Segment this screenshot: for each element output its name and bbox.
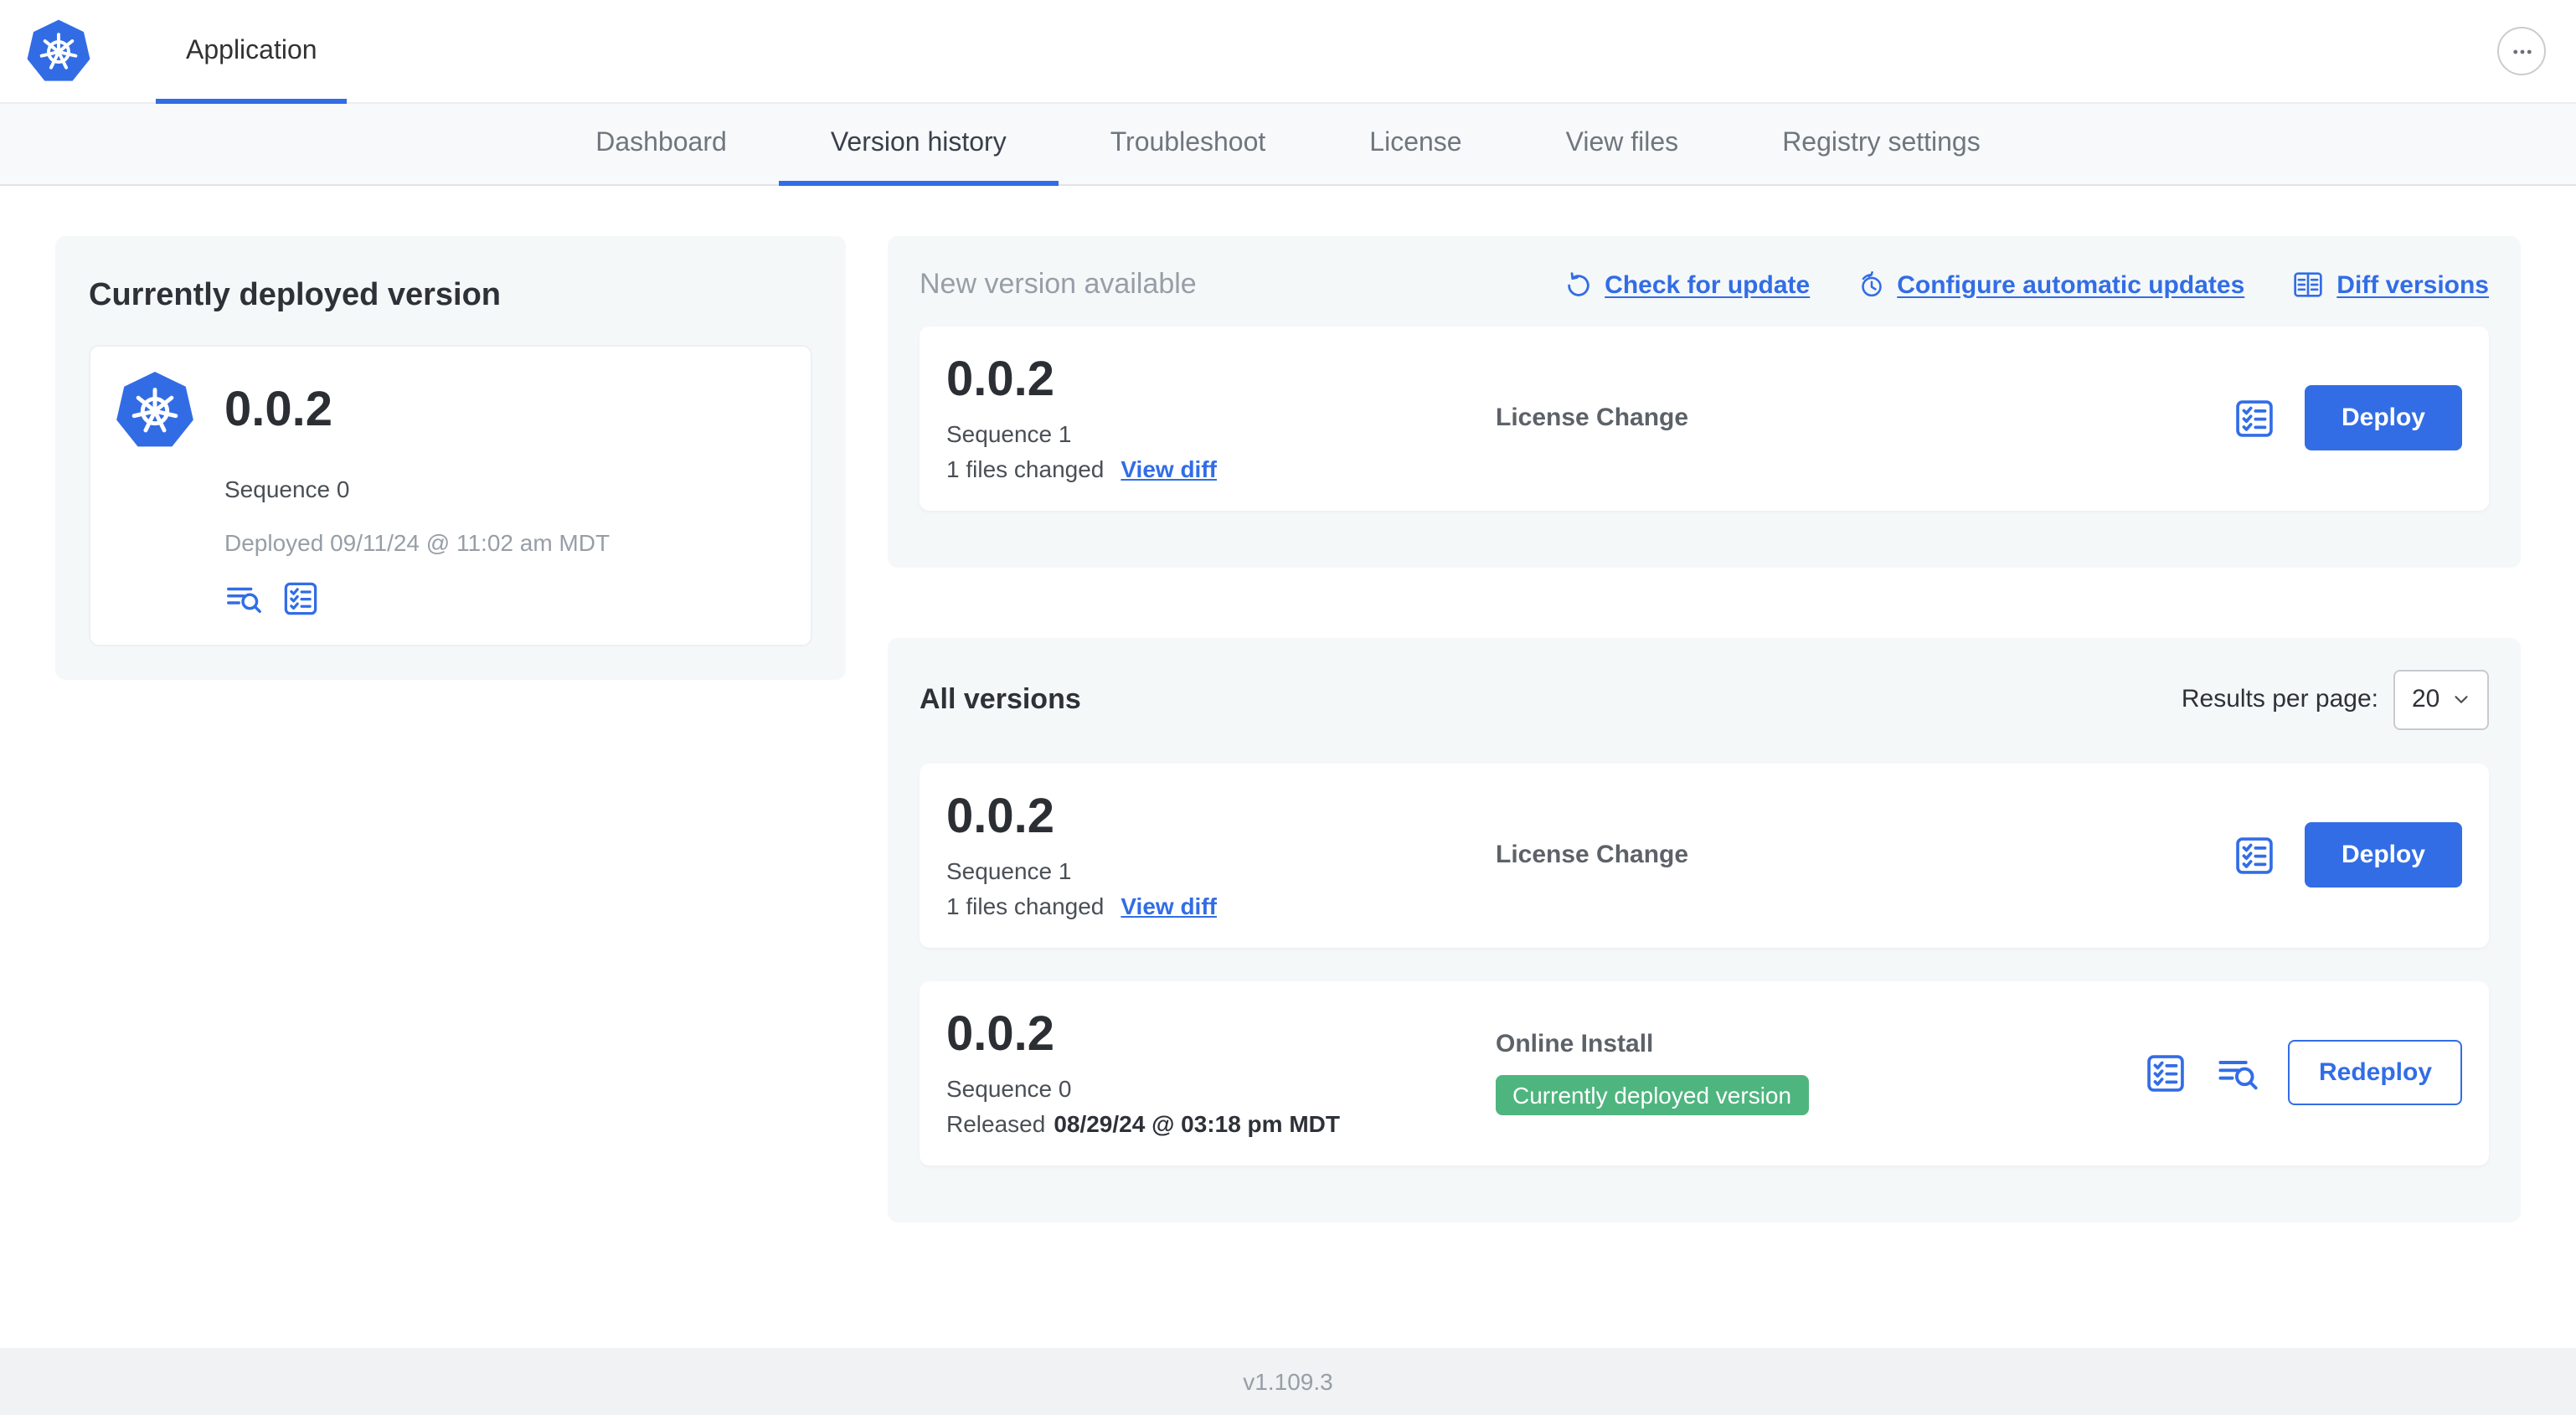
deployed-sequence-label: Sequence 0 xyxy=(224,476,350,502)
diff-icon xyxy=(2291,268,2325,301)
refresh-icon xyxy=(1564,270,1593,299)
released-date: 08/29/24 @ 03:18 pm MDT xyxy=(1054,1109,1340,1137)
currently-deployed-title: Currently deployed version xyxy=(89,278,502,313)
deploy-button[interactable]: Deploy xyxy=(2304,822,2462,888)
preflight-checks-button[interactable] xyxy=(2233,397,2276,440)
new-version-card: 0.0.2 Sequence 1 1 files changed View di… xyxy=(920,327,2489,511)
all-versions-title: All versions xyxy=(920,682,1081,715)
preflight-checks-button[interactable] xyxy=(281,579,320,618)
ellipsis-icon xyxy=(2506,36,2537,66)
deployed-card-body: Sequence 0 Deployed 09/11/24 @ 11:02 am … xyxy=(224,476,787,618)
version-info: 0.0.2 Sequence 1 1 files changed View di… xyxy=(946,790,1496,919)
checklist-icon xyxy=(2145,1051,2188,1094)
tab-registry-settings[interactable]: Registry settings xyxy=(1730,104,2032,184)
version-number: 0.0.2 xyxy=(946,353,1054,407)
version-source: License Change xyxy=(1496,404,1689,433)
chevron-down-icon xyxy=(2450,689,2471,711)
new-version-title: New version available xyxy=(920,268,1197,300)
schedule-icon xyxy=(1857,270,1885,299)
released-row: Released 08/29/24 @ 03:18 pm MDT xyxy=(946,1109,1496,1136)
view-diff-link[interactable]: View diff xyxy=(1121,455,1217,482)
version-actions-column: Redeploy xyxy=(2145,1040,2462,1106)
version-actions-column: Deploy xyxy=(2233,822,2462,888)
app-tab-label: Application xyxy=(186,36,317,64)
deployed-version-number: 0.0.2 xyxy=(224,383,332,437)
version-source: License Change xyxy=(1496,841,1689,870)
view-logs-button[interactable] xyxy=(2217,1051,2260,1094)
deployed-timestamp: Deployed 09/11/24 @ 11:02 am MDT xyxy=(224,529,611,556)
version-source-column: Online Install Currently deployed versio… xyxy=(1496,1030,2111,1116)
redeploy-button[interactable]: Redeploy xyxy=(2288,1040,2462,1106)
right-column: New version available Check for update C… xyxy=(888,236,2521,1348)
tab-troubleshoot[interactable]: Troubleshoot xyxy=(1059,104,1318,184)
results-per-page-value: 20 xyxy=(2412,685,2440,714)
logs-icon xyxy=(224,579,263,618)
changes-row: 1 files changed View diff xyxy=(946,455,1496,482)
more-button[interactable] xyxy=(2497,27,2546,75)
app-logo-icon xyxy=(114,370,196,452)
sequence-label: Sequence 1 xyxy=(946,857,1072,884)
sequence-label: Sequence 1 xyxy=(946,419,1072,447)
version-source: Online Install xyxy=(1496,1030,1654,1059)
version-actions: Check for update Configure automatic upd… xyxy=(1564,268,2489,301)
results-per-page-select[interactable]: 20 xyxy=(2393,669,2489,730)
console-version: v1.109.3 xyxy=(1243,1368,1333,1395)
sequence-label: Sequence 0 xyxy=(946,1074,1072,1102)
version-info: 0.0.2 Sequence 1 1 files changed View di… xyxy=(946,353,1496,482)
kubernetes-logo-icon xyxy=(25,18,92,85)
deployed-card-actions xyxy=(224,579,787,618)
diff-versions-link[interactable]: Diff versions xyxy=(2291,268,2489,301)
checklist-icon xyxy=(2233,397,2276,440)
tab-license[interactable]: License xyxy=(1317,104,1513,184)
version-actions-column: Deploy xyxy=(2233,385,2462,451)
changes-row: 1 files changed View diff xyxy=(946,893,1496,919)
deployed-version-card: 0.0.2 Sequence 0 Deployed 09/11/24 @ 11:… xyxy=(89,345,812,646)
checklist-icon xyxy=(281,579,320,618)
checklist-icon xyxy=(2233,834,2276,877)
files-changed-label: 1 files changed xyxy=(946,455,1105,482)
version-info: 0.0.2 Sequence 0 Released 08/29/24 @ 03:… xyxy=(946,1007,1496,1137)
configure-automatic-updates-link[interactable]: Configure automatic updates xyxy=(1857,270,2244,299)
app-window: Application Dashboard Version history Tr… xyxy=(0,0,2576,1415)
new-version-panel: New version available Check for update C… xyxy=(888,236,2521,568)
all-versions-header: All versions Results per page: 20 xyxy=(920,669,2489,730)
currently-deployed-panel: Currently deployed version 0.0.2 Sequenc… xyxy=(55,236,846,680)
main-content: Currently deployed version 0.0.2 Sequenc… xyxy=(0,186,2576,1348)
new-version-panel-header: New version available Check for update C… xyxy=(920,268,2489,301)
tab-version-history[interactable]: Version history xyxy=(778,104,1059,186)
version-source-column: License Change xyxy=(1496,404,2199,433)
app-header: Application xyxy=(0,0,2576,104)
secondary-nav: Dashboard Version history Troubleshoot L… xyxy=(0,104,2576,186)
view-logs-button[interactable] xyxy=(224,579,263,618)
tab-dashboard[interactable]: Dashboard xyxy=(544,104,779,184)
app-footer: v1.109.3 xyxy=(0,1348,2576,1415)
version-number: 0.0.2 xyxy=(946,1007,1054,1062)
preflight-checks-button[interactable] xyxy=(2145,1051,2188,1094)
version-number: 0.0.2 xyxy=(946,790,1054,844)
version-source-column: License Change xyxy=(1496,841,2199,870)
version-row: 0.0.2 Sequence 1 1 files changed View di… xyxy=(920,763,2489,948)
files-changed-label: 1 files changed xyxy=(946,892,1105,919)
results-per-page-label: Results per page: xyxy=(2181,685,2378,714)
tab-view-files[interactable]: View files xyxy=(1514,104,1731,184)
released-label: Released xyxy=(946,1109,1046,1137)
view-diff-link[interactable]: View diff xyxy=(1121,893,1217,919)
deployed-card-top: 0.0.2 xyxy=(114,370,787,452)
currently-deployed-badge: Currently deployed version xyxy=(1496,1075,1809,1116)
check-for-update-link[interactable]: Check for update xyxy=(1564,270,1810,299)
logs-icon xyxy=(2217,1051,2260,1094)
version-row: 0.0.2 Sequence 0 Released 08/29/24 @ 03:… xyxy=(920,980,2489,1165)
app-tab-active-underline xyxy=(156,98,348,103)
all-versions-panel: All versions Results per page: 20 0.0.2 xyxy=(888,637,2521,1222)
app-tab[interactable]: Application xyxy=(156,0,348,103)
version-list: 0.0.2 Sequence 1 1 files changed View di… xyxy=(920,763,2489,1165)
preflight-checks-button[interactable] xyxy=(2233,834,2276,877)
results-per-page: Results per page: 20 xyxy=(2181,669,2489,730)
deploy-button[interactable]: Deploy xyxy=(2304,385,2462,451)
